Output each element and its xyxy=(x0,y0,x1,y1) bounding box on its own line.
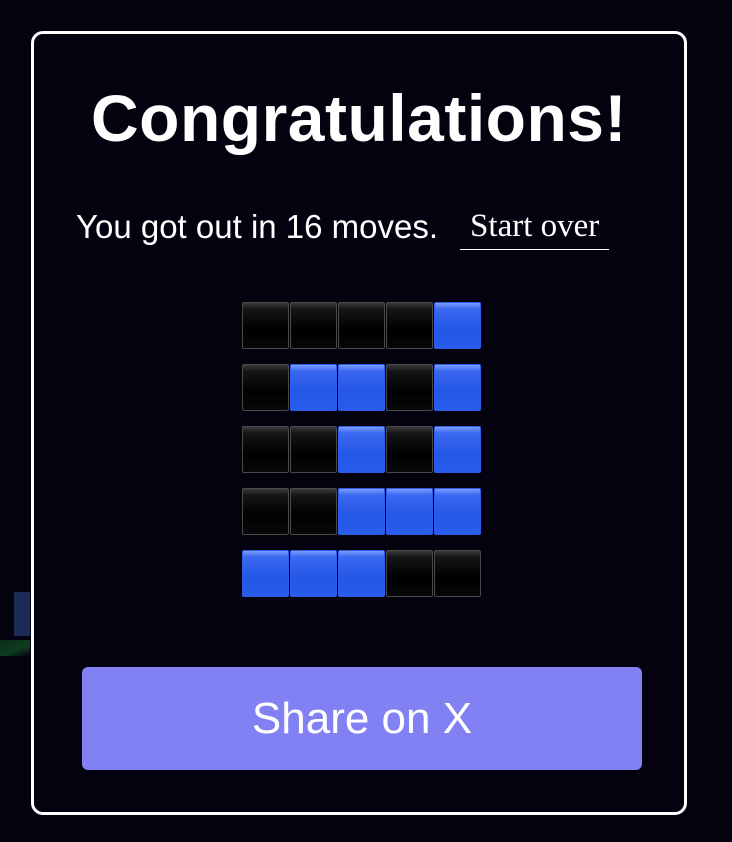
blue-tile xyxy=(338,550,385,597)
blue-tile xyxy=(242,550,289,597)
black-tile xyxy=(386,302,433,349)
grid-row xyxy=(242,550,481,597)
grid-row xyxy=(242,364,481,411)
game-screen: Congratulations! You got out in 16 moves… xyxy=(0,0,732,842)
blue-tile xyxy=(434,426,481,473)
blue-tile xyxy=(434,364,481,411)
black-tile xyxy=(242,426,289,473)
black-tile xyxy=(386,550,433,597)
black-tile xyxy=(386,364,433,411)
black-tile xyxy=(242,302,289,349)
black-tile xyxy=(290,488,337,535)
congratulations-dialog: Congratulations! You got out in 16 moves… xyxy=(31,31,687,815)
result-grid xyxy=(242,302,481,597)
black-tile xyxy=(242,488,289,535)
black-tile xyxy=(338,302,385,349)
share-on-x-button[interactable]: Share on X xyxy=(82,667,642,770)
black-tile xyxy=(434,550,481,597)
grid-row xyxy=(242,488,481,535)
blue-tile xyxy=(386,488,433,535)
start-over-link[interactable]: Start over xyxy=(460,206,610,250)
blue-tile xyxy=(338,488,385,535)
result-text: You got out in 16 moves. xyxy=(76,208,439,245)
grid-row xyxy=(242,302,481,349)
grid-row xyxy=(242,426,481,473)
blue-tile xyxy=(290,364,337,411)
result-row: You got out in 16 moves. Start over xyxy=(76,204,610,250)
blue-tile xyxy=(338,426,385,473)
blue-tile xyxy=(434,302,481,349)
dialog-title: Congratulations! xyxy=(91,81,627,155)
blue-tile xyxy=(290,550,337,597)
blue-tile xyxy=(434,488,481,535)
black-tile xyxy=(386,426,433,473)
background-tile xyxy=(0,640,30,656)
blue-tile xyxy=(338,364,385,411)
black-tile xyxy=(290,302,337,349)
black-tile xyxy=(242,364,289,411)
background-tile xyxy=(14,592,30,636)
black-tile xyxy=(290,426,337,473)
